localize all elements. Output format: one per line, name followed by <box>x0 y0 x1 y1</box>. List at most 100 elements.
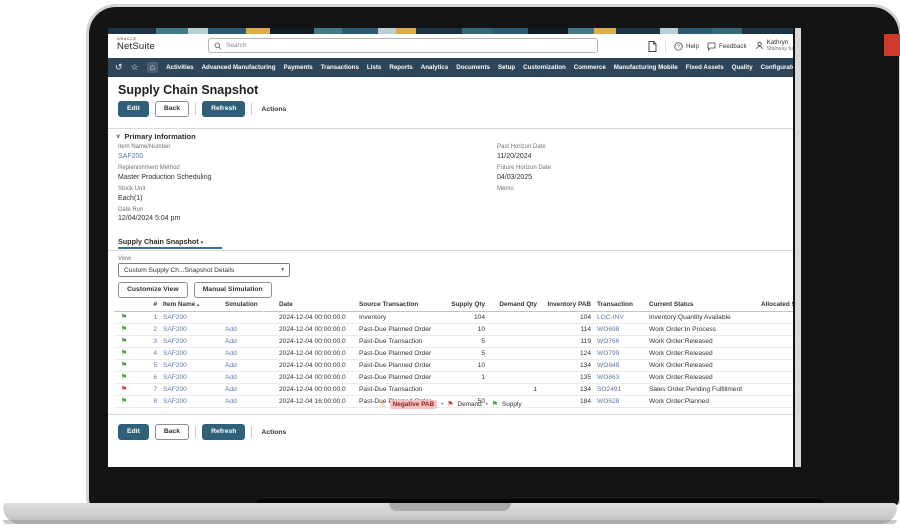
user-menu[interactable]: Kathryn Stairway fu <box>755 39 793 53</box>
table-row[interactable]: ⚑ 1 SAF200 2024-12-04 00:00:00.0 Inventory 10… <box>114 311 793 324</box>
scrollbar[interactable] <box>795 28 801 467</box>
cell-item-name[interactable]: SAF200 <box>160 371 222 384</box>
cell-transaction[interactable]: WO863 <box>594 371 646 384</box>
cell-simulation[interactable]: Add <box>222 371 276 384</box>
nav-item-advanced-manufacturing[interactable]: Advanced Manufacturing <box>202 64 276 71</box>
cell-item-name[interactable]: SAF200 <box>160 383 222 396</box>
back-button[interactable]: Back <box>154 101 190 118</box>
cell-simulation[interactable]: Add <box>222 359 276 372</box>
cell-allocated-supply <box>758 335 793 348</box>
column-header-supply-qty[interactable]: Supply Qty <box>448 299 488 312</box>
cell-transaction[interactable]: SO2491 <box>594 383 646 396</box>
cell-transaction[interactable]: WO698 <box>594 323 646 336</box>
cell-item-name[interactable]: SAF200 <box>160 335 222 348</box>
footer-edit-button[interactable]: Edit <box>118 424 149 441</box>
nav-item-payments[interactable]: Payments <box>284 64 313 71</box>
cell-transaction[interactable]: LOC-INV <box>594 311 646 324</box>
actions-menu[interactable]: Actions <box>258 106 289 113</box>
cell-item-name[interactable]: SAF200 <box>160 311 222 324</box>
shortcuts-star-icon[interactable]: ☆ <box>131 63 139 72</box>
cell-line-number[interactable]: 5 <box>134 359 160 372</box>
nav-item-setup[interactable]: Setup <box>498 64 515 71</box>
app-header: ORACLE NetSuite ? Help Feedback Kathryn <box>108 34 793 58</box>
column-header-simulation[interactable]: Simulation <box>222 299 276 312</box>
cell-line-number[interactable]: 6 <box>134 371 160 384</box>
cell-item-name[interactable]: SAF200 <box>160 323 222 336</box>
history-icon[interactable]: ↺ <box>115 63 123 72</box>
nav-item-analytics[interactable]: Analytics <box>421 64 449 71</box>
cell-simulation[interactable]: Add <box>222 347 276 360</box>
table-row[interactable]: ⚑ 3 SAF200 Add 2024-12-04 00:00:00.0 Past-Due… <box>114 335 793 348</box>
table-row[interactable]: ⚑ 4 SAF200 Add 2024-12-04 00:00:00.0 Past-Due… <box>114 347 793 360</box>
nav-item-manufacturing-mobile[interactable]: Manufacturing Mobile <box>614 64 678 71</box>
table-row[interactable]: ⚑ 6 SAF200 Add 2024-12-04 00:00:00.0 Past-Due… <box>114 371 793 384</box>
environment-badge <box>884 34 900 56</box>
cell-date: 2024-12-04 00:00:00.0 <box>276 323 356 336</box>
footer-back-button[interactable]: Back <box>154 424 190 441</box>
table-row[interactable]: ⚑ 7 SAF200 Add 2024-12-04 00:00:00.0 Past-Due… <box>114 383 793 396</box>
column-header-date[interactable]: Date <box>276 299 356 312</box>
cell-simulation[interactable]: Add <box>222 323 276 336</box>
nav-item-activities[interactable]: Activities <box>166 64 194 71</box>
column-header-source-transaction[interactable]: Source Transaction <box>356 299 448 312</box>
cell-transaction[interactable]: WO766 <box>594 335 646 348</box>
field-value: 12/04/2024 5:04 pm <box>118 215 181 223</box>
cell-transaction[interactable]: WO799 <box>594 347 646 360</box>
header-divider <box>665 40 666 52</box>
tab-supply-chain-snapshot[interactable]: Supply Chain Snapshot ▾ <box>118 237 203 246</box>
cell-transaction[interactable]: WO848 <box>594 359 646 372</box>
cell-line-number[interactable]: 7 <box>134 383 160 396</box>
nav-item-transactions[interactable]: Transactions <box>321 64 359 71</box>
feedback-button[interactable]: Feedback <box>707 42 747 51</box>
nav-item-configurator[interactable]: Configurator <box>761 64 793 71</box>
home-icon[interactable]: ⌂ <box>146 62 159 73</box>
nav-item-fixed-assets[interactable]: Fixed Assets <box>686 64 724 71</box>
customize-view-button[interactable]: Customize View <box>118 282 188 299</box>
primary-info-section-header[interactable]: ∨ Primary Information <box>116 132 196 141</box>
refresh-button[interactable]: Refresh <box>202 101 246 118</box>
nav-item-documents[interactable]: Documents <box>456 64 490 71</box>
cell-item-name[interactable]: SAF200 <box>160 359 222 372</box>
new-document-icon[interactable] <box>648 40 657 52</box>
cell-date: 2024-12-04 00:00:00.0 <box>276 335 356 348</box>
nav-item-lists[interactable]: Lists <box>367 64 381 71</box>
cell-line-number[interactable]: 4 <box>134 347 160 360</box>
cell-inventory-pab: 104 <box>540 311 594 324</box>
help-button[interactable]: ? Help <box>674 41 699 51</box>
footer-actions-menu[interactable]: Actions <box>258 429 289 436</box>
table-row[interactable]: ⚑ 2 SAF200 Add 2024-12-04 00:00:00.0 Past-Due… <box>114 323 793 336</box>
column-header-item-name[interactable]: Item Name ▴ <box>160 299 222 312</box>
cell-demand-qty <box>488 359 540 372</box>
column-header-inventory-pab[interactable]: Inventory PAB <box>540 299 594 312</box>
subtab-label: Supply Chain Snapshot <box>118 237 199 246</box>
column-header-allocated-supp[interactable]: Allocated Supp <box>758 299 793 312</box>
column-header-demand-qty[interactable]: Demand Qty <box>488 299 540 312</box>
svg-text:?: ? <box>677 44 680 50</box>
nav-item-quality[interactable]: Quality <box>732 64 753 71</box>
column-header-current-status[interactable]: Current Status <box>646 299 758 312</box>
demand-flag-icon: ⚑ <box>120 386 128 393</box>
table-row[interactable]: ⚑ 5 SAF200 Add 2024-12-04 00:00:00.0 Past-Due… <box>114 359 793 372</box>
view-select[interactable]: Custom Supply Ch...Snapshot Details ▾ <box>118 263 290 277</box>
edit-button[interactable]: Edit <box>118 101 149 118</box>
footer-refresh-button[interactable]: Refresh <box>202 424 246 441</box>
search-input[interactable] <box>226 42 592 49</box>
cell-line-number[interactable]: 2 <box>134 323 160 336</box>
cell-date: 2024-12-04 00:00:00.0 <box>276 311 356 324</box>
cell-simulation[interactable]: Add <box>222 383 276 396</box>
cell-line-number[interactable]: 3 <box>134 335 160 348</box>
field-value: 11/20/2024 <box>497 152 532 160</box>
cell-simulation[interactable]: Add <box>222 335 276 348</box>
field-value[interactable]: SAF200 <box>118 152 418 161</box>
global-search[interactable] <box>208 38 598 53</box>
manual-simulation-button[interactable]: Manual Simulation <box>193 282 272 299</box>
nav-item-customization[interactable]: Customization <box>523 64 566 71</box>
column-header-transaction[interactable]: Transaction <box>594 299 646 312</box>
cell-item-name[interactable]: SAF200 <box>160 347 222 360</box>
nav-item-commerce[interactable]: Commerce <box>574 64 606 71</box>
cell-allocated-supply <box>758 359 793 372</box>
nav-item-reports[interactable]: Reports <box>389 64 412 71</box>
cell-line-number[interactable]: 1 <box>134 311 160 324</box>
netsuite-logo[interactable]: ORACLE NetSuite <box>117 37 155 52</box>
column-header--[interactable]: # <box>134 299 160 312</box>
